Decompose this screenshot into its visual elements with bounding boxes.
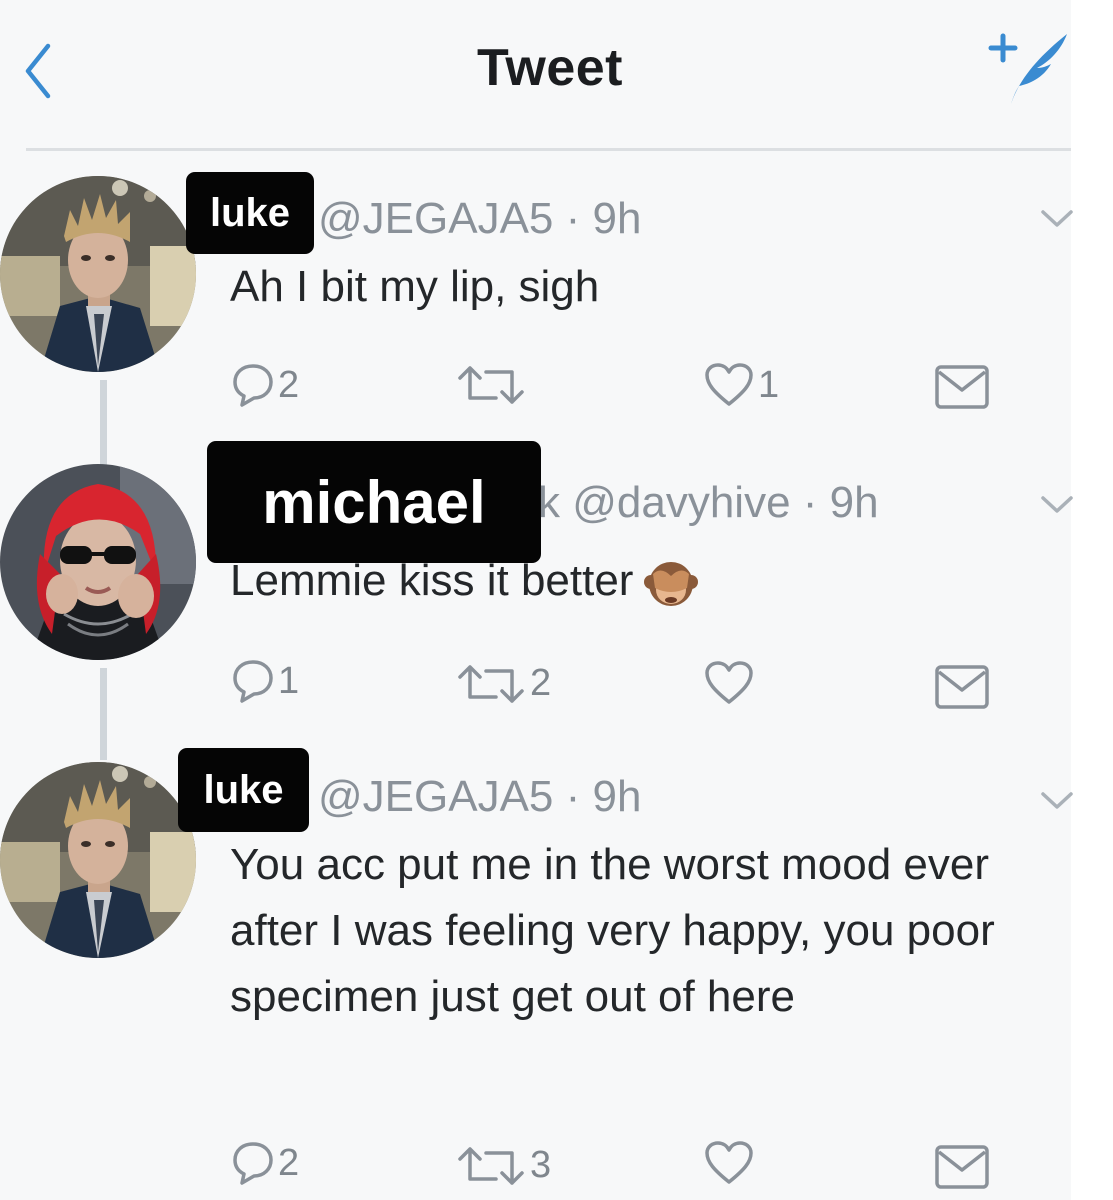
reply-icon — [233, 660, 273, 703]
compose-tweet-icon[interactable] — [985, 28, 1069, 108]
thread-connector — [100, 668, 107, 760]
reply-button[interactable]: 1 — [232, 658, 299, 704]
header-divider — [26, 148, 1071, 151]
chevron-down-icon[interactable] — [1040, 790, 1074, 812]
envelope-icon — [935, 1145, 989, 1189]
name-label: luke — [186, 172, 314, 254]
retweet-button[interactable]: 3 — [456, 1144, 551, 1187]
reply-icon — [233, 1142, 273, 1185]
retweet-button[interactable]: 2 — [456, 662, 551, 705]
reply-count: 1 — [278, 659, 300, 702]
direct-message-button[interactable] — [934, 364, 990, 410]
like-button[interactable] — [704, 1140, 758, 1186]
reply-button[interactable]: 2 — [232, 362, 299, 408]
heart-icon — [705, 1141, 753, 1184]
reply-count: 2 — [278, 1141, 300, 1184]
thread-connector — [100, 380, 107, 470]
tweet-handle-timestamp: @JEGAJA5 · 9h — [318, 194, 642, 243]
name-label: michael — [207, 441, 541, 563]
direct-message-button[interactable] — [934, 664, 990, 710]
name-label: luke — [178, 748, 309, 832]
retweet-icon — [458, 664, 524, 703]
avatar[interactable] — [0, 176, 196, 372]
heart-icon — [705, 661, 753, 704]
heart-icon — [705, 363, 753, 406]
like-count: 1 — [758, 363, 780, 406]
tweet-text: Lemmie kiss it better — [230, 548, 1070, 614]
tweet-handle-timestamp: k @davyhive · 9h — [538, 478, 879, 527]
reply-button[interactable]: 2 — [232, 1140, 299, 1186]
top-nav-bar: Tweet — [0, 0, 1071, 150]
retweet-count: 3 — [530, 1144, 552, 1186]
avatar[interactable] — [0, 762, 196, 958]
page-title: Tweet — [476, 39, 623, 97]
chevron-down-icon[interactable] — [1040, 494, 1074, 516]
direct-message-button[interactable] — [934, 1144, 990, 1190]
tweet-page: Tweet luke @JEGAJA5 · 9h Ah I bit my lip… — [0, 0, 1113, 1200]
reply-icon — [233, 364, 273, 407]
retweet-icon — [458, 1146, 524, 1185]
like-button[interactable] — [704, 660, 758, 706]
tweet-text-content: Lemmie kiss it better — [230, 556, 634, 605]
tweet-text: Ah I bit my lip, sigh — [230, 262, 600, 311]
retweet-count: 2 — [530, 662, 552, 704]
like-button[interactable]: 1 — [704, 362, 779, 408]
envelope-icon — [935, 365, 989, 409]
chevron-down-icon[interactable] — [1040, 208, 1074, 230]
see-no-evil-monkey-emoji — [643, 556, 699, 610]
tweet-handle-timestamp: @JEGAJA5 · 9h — [318, 772, 642, 821]
retweet-icon — [458, 366, 524, 404]
page-edge — [1071, 0, 1113, 1200]
reply-count: 2 — [278, 363, 300, 406]
envelope-icon — [935, 665, 989, 709]
tweet-text: You acc put me in the worst mood ever af… — [230, 840, 995, 1021]
retweet-button[interactable] — [456, 364, 530, 406]
avatar[interactable] — [0, 464, 196, 660]
